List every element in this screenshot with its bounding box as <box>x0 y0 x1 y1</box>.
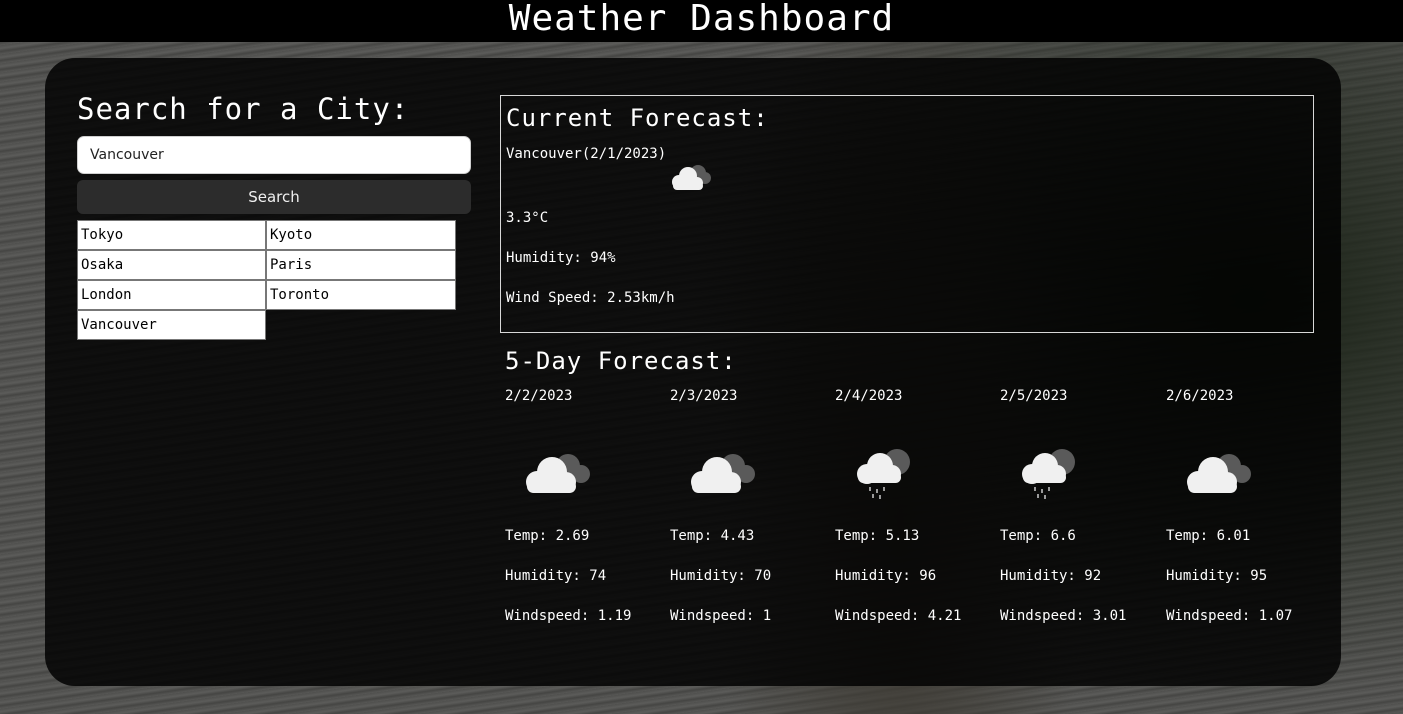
search-history-list: Tokyo Kyoto Osaka Paris London Toronto V… <box>77 220 457 340</box>
forecast-humidity: Humidity: 96 <box>835 568 937 584</box>
partly-cloudy-icon <box>672 165 711 190</box>
forecast-humidity: Humidity: 70 <box>670 568 772 584</box>
forecast-temp: Temp: 6.01 <box>1166 528 1251 544</box>
history-city-button[interactable]: London <box>77 280 266 310</box>
forecast-date: 2/3/2023 <box>670 388 738 404</box>
page-title: Weather Dashboard <box>508 0 895 39</box>
forecast-date: 2/6/2023 <box>1166 388 1234 404</box>
forecast-day-card: 2/6/2023 Temp: 6.01 Humidity: 95 Windspe… <box>1166 388 1326 628</box>
cloudy-icon <box>1187 454 1251 493</box>
current-wind-speed: Wind Speed: 2.53km/h <box>506 290 675 306</box>
history-city-button[interactable]: Tokyo <box>77 220 266 250</box>
search-title: Search for a City: <box>77 92 410 126</box>
current-forecast-title: Current Forecast: <box>506 104 769 132</box>
forecast-day-card: 2/2/2023 Temp: 2.69 Humidity: 74 Windspe… <box>505 388 665 628</box>
forecast-windspeed: Windspeed: 1 <box>670 608 772 624</box>
forecast-date: 2/4/2023 <box>835 388 903 404</box>
forecast-temp: Temp: 4.43 <box>670 528 755 544</box>
history-city-button[interactable]: Toronto <box>266 280 456 310</box>
forecast-windspeed: Windspeed: 1.19 <box>505 608 632 624</box>
forecast-temp: Temp: 6.6 <box>1000 528 1076 544</box>
history-city-button[interactable]: Vancouver <box>77 310 266 340</box>
forecast-date: 2/2/2023 <box>505 388 573 404</box>
forecast-humidity: Humidity: 74 <box>505 568 607 584</box>
forecast-date: 2/5/2023 <box>1000 388 1068 404</box>
history-city-button[interactable]: Kyoto <box>266 220 456 250</box>
forecast-day-card: 2/3/2023 Temp: 4.43 Humidity: 70 Windspe… <box>670 388 830 628</box>
forecast-day-card: 2/5/2023 Temp: 6.6 Humidity: 92 Windspee… <box>1000 388 1160 628</box>
search-button[interactable]: Search <box>77 180 471 214</box>
five-day-forecast-title: 5-Day Forecast: <box>505 347 737 375</box>
forecast-windspeed: Windspeed: 3.01 <box>1000 608 1127 624</box>
forecast-windspeed: Windspeed: 1.07 <box>1166 608 1293 624</box>
forecast-humidity: Humidity: 95 <box>1166 568 1268 584</box>
forecast-day-card: 2/4/2023 Temp: 5.13 Humidity: 96 Windspe… <box>835 388 995 628</box>
history-city-button[interactable]: Paris <box>266 250 456 280</box>
forecast-temp: Temp: 2.69 <box>505 528 590 544</box>
cloudy-icon <box>526 454 590 493</box>
forecast-temp: Temp: 5.13 <box>835 528 920 544</box>
city-search-input[interactable] <box>77 136 471 174</box>
rain-icon <box>857 449 910 499</box>
current-forecast-box: Current Forecast: Vancouver(2/1/2023) 3.… <box>500 95 1314 333</box>
forecast-windspeed: Windspeed: 4.21 <box>835 608 962 624</box>
current-temperature: 3.3°C <box>506 210 549 226</box>
dashboard-panel: Search for a City: Search Tokyo Kyoto Os… <box>45 58 1341 686</box>
current-city-date: Vancouver(2/1/2023) <box>506 146 667 162</box>
cloudy-icon <box>691 454 755 493</box>
header-bar: Weather Dashboard <box>0 0 1403 42</box>
current-humidity: Humidity: 94% <box>506 250 616 266</box>
history-city-button[interactable]: Osaka <box>77 250 266 280</box>
rain-icon <box>1022 449 1075 499</box>
forecast-humidity: Humidity: 92 <box>1000 568 1102 584</box>
